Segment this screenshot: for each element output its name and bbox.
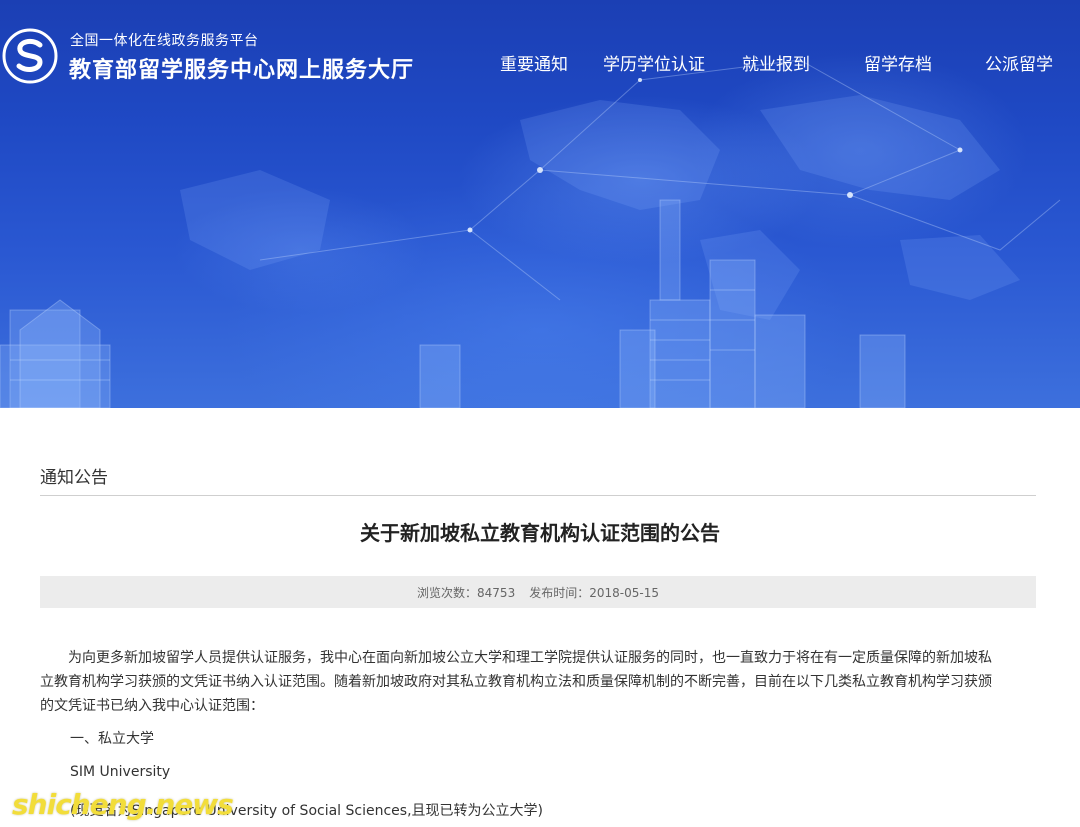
nav-employment-report[interactable]: 就业报到 <box>742 50 810 75</box>
publish-date: 发布时间：2018-05-15 <box>529 584 659 601</box>
view-count: 浏览次数：84753 <box>417 584 515 601</box>
section-title: 通知公告 <box>40 468 108 488</box>
article-body-paragraph: 为向更多新加坡留学人员提供认证服务，我中心在面向新加坡公立大学和理工学院提供认证… <box>40 646 1040 718</box>
nav-study-archive[interactable]: 留学存档 <box>864 50 932 75</box>
article-meta-bar: 浏览次数：84753 发布时间：2018-05-15 <box>40 576 1036 608</box>
paragraph-line: 立教育机构学习获颁的文凭证书纳入认证范围。随着新加坡政府对其私立教育机构立法和质… <box>40 674 992 690</box>
paragraph-line: 为向更多新加坡留学人员提供认证服务，我中心在面向新加坡公立大学和理工学院提供认证… <box>68 650 992 666</box>
view-count-label: 浏览次数： <box>417 585 478 600</box>
nav-government-sponsored[interactable]: 公派留学 <box>985 50 1053 75</box>
school-name: SIM University <box>70 764 171 780</box>
platform-subtitle: 全国一体化在线政务服务平台 <box>70 33 259 49</box>
view-count-value: 84753 <box>477 585 516 600</box>
watermark: shicheng.news <box>12 788 234 821</box>
site-title: 教育部留学服务中心网上服务大厅 <box>69 58 415 83</box>
header-banner: 全国一体化在线政务服务平台 教育部留学服务中心网上服务大厅 重要通知 学历学位认… <box>0 0 1080 408</box>
section-heading-private-universities: 一、私立大学 <box>70 731 154 747</box>
publish-date-label: 发布时间： <box>529 585 590 600</box>
platform-logo-icon <box>2 28 58 84</box>
paragraph-line: 的文凭证书已纳入我中心认证范围： <box>40 698 264 714</box>
nav-important-notices[interactable]: 重要通知 <box>500 50 568 75</box>
section-divider <box>40 495 1036 496</box>
publish-date-value: 2018-05-15 <box>589 585 659 600</box>
nav-degree-certification[interactable]: 学历学位认证 <box>603 50 705 75</box>
article-title: 关于新加坡私立教育机构认证范围的公告 <box>360 521 720 545</box>
